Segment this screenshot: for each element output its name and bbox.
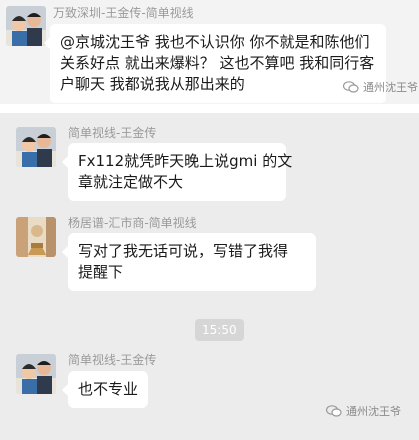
watermark-text: 通州沈王爷 bbox=[346, 405, 401, 418]
monk-statue-avatar[interactable] bbox=[16, 217, 56, 257]
wechat-icon bbox=[326, 405, 342, 417]
message-line: 提醒下 bbox=[78, 263, 124, 281]
couple-photo-avatar[interactable] bbox=[16, 354, 56, 394]
timestamp: 15:50 bbox=[195, 319, 244, 341]
sender-name: 万致深圳-王金传-简单视线 bbox=[53, 6, 194, 20]
message-line: Fx112就凭昨天晚上说gmi 的文 bbox=[78, 152, 293, 170]
message-bubble[interactable]: @京城沈王爷 我也不认识你 你不就是和陈他们关系好点 就出来爆料？ 这也不算吧 … bbox=[44, 24, 386, 103]
message-bubble[interactable]: Fx112就凭昨天晚上说gmi 的文 章就注定做不大 bbox=[62, 143, 293, 201]
sender-name: 简单视线-王金传 bbox=[68, 126, 157, 140]
watermark: 通州沈王爷 bbox=[343, 79, 418, 95]
quoted-chat-panel: 万致深圳-王金传-简单视线 @京城沈王爷 我也不认识你 你不就是和陈他们关系好点… bbox=[0, 0, 419, 104]
couple-photo-avatar[interactable] bbox=[16, 127, 56, 167]
watermark-text: 通州沈王爷 bbox=[363, 81, 418, 94]
wechat-icon bbox=[343, 81, 359, 93]
message-line: 章就注定做不大 bbox=[78, 173, 184, 191]
message-bubble[interactable]: 也不专业 bbox=[61, 371, 149, 408]
sender-name: 简单视线-王金传 bbox=[68, 353, 157, 367]
watermark: 通州沈王爷 bbox=[326, 403, 401, 419]
message-line: 写对了我无话可说，写错了我得 bbox=[78, 242, 289, 260]
couple-photo-avatar[interactable] bbox=[6, 6, 46, 46]
chat-panel: 简单视线-王金传 Fx112就凭昨天晚上说gmi 的文 章就注定做不大 杨居谱-… bbox=[0, 113, 419, 440]
message-bubble[interactable]: 写对了我无话可说，写错了我得 提醒下 bbox=[62, 233, 316, 291]
sender-name: 杨居谱-汇市商-简单视线 bbox=[68, 216, 197, 230]
